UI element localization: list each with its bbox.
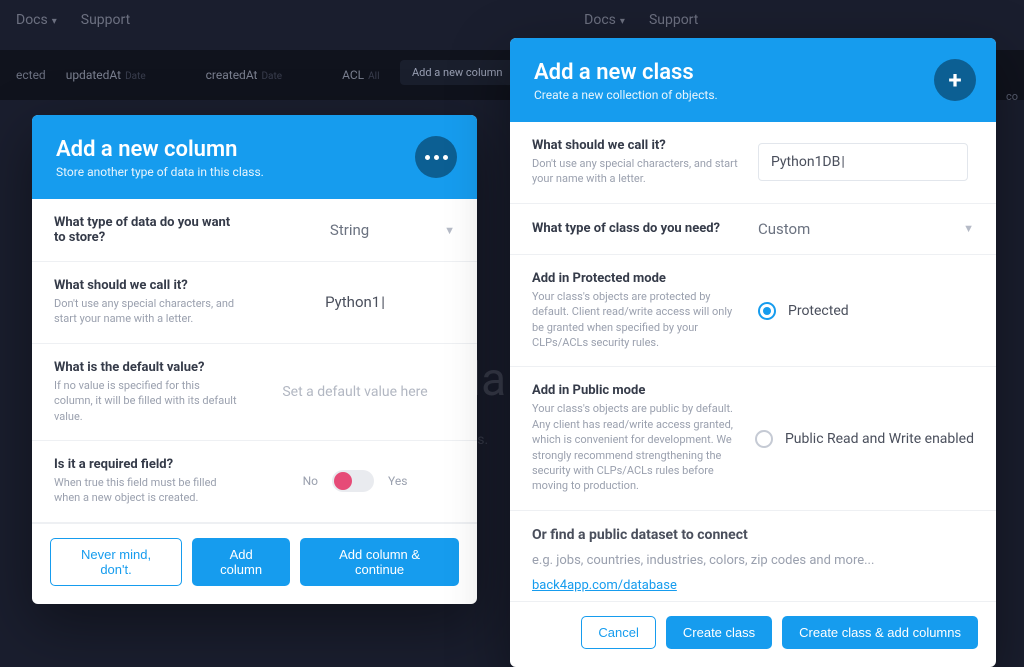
data-type-select[interactable]: String ▼ — [255, 221, 455, 239]
nav-support: Support — [81, 12, 130, 28]
row-protected-mode: Add in Protected mode Your class's objec… — [510, 255, 996, 368]
class-name-value: Python1DB — [771, 154, 845, 170]
modal-footer: Cancel Create class Create class & add c… — [510, 601, 996, 667]
more-options-button[interactable] — [415, 136, 457, 178]
hint-public: Your class's objects are public by defau… — [532, 401, 739, 493]
label-class-type: What type of class do you need? — [532, 221, 742, 236]
default-value-input[interactable]: Set a default value here — [255, 384, 455, 400]
add-column-continue-button[interactable]: Add column & continue — [300, 538, 459, 586]
toggle-no-label: No — [303, 474, 318, 488]
create-class-add-columns-button[interactable]: Create class & add columns — [782, 616, 978, 649]
column-name-input[interactable]: Python1 — [255, 293, 455, 311]
modal-footer: Never mind, don't. Add column Add column… — [32, 523, 477, 604]
radio-protected[interactable]: Protected — [758, 302, 849, 320]
hint-protected: Your class's objects are protected by de… — [532, 289, 742, 351]
label-data-type: What type of data do you want to store? — [54, 215, 239, 245]
public-dataset-example: e.g. jobs, countries, industries, colors… — [532, 553, 974, 568]
row-class-name: What should we call it? Don't use any sp… — [510, 122, 996, 204]
modal-add-class: Add a new class Create a new collection … — [510, 38, 996, 667]
radio-icon — [758, 302, 776, 320]
col-updatedat: updatedAtDate — [66, 68, 146, 82]
public-dataset-link[interactable]: back4app.com/database — [532, 578, 677, 593]
radio-protected-label: Protected — [788, 303, 849, 319]
cancel-button[interactable]: Cancel — [581, 616, 655, 649]
ellipsis-icon — [425, 155, 448, 160]
label-default-value: What is the default value? — [54, 360, 239, 375]
background-right-col: co — [1006, 90, 1018, 103]
row-column-name: What should we call it? Don't use any sp… — [32, 262, 477, 344]
modal-add-column: Add a new column Store another type of d… — [32, 115, 477, 604]
modal-header: Add a new column Store another type of d… — [32, 115, 477, 199]
label-public: Add in Public mode — [532, 383, 739, 398]
required-toggle[interactable] — [332, 470, 374, 492]
label-required: Is it a required field? — [54, 457, 239, 472]
add-column-button[interactable]: Add column — [192, 538, 290, 586]
col-createdat: createdAtDate — [206, 68, 282, 82]
class-type-value: Custom — [758, 220, 810, 238]
radio-public[interactable]: Public Read and Write enabled — [755, 430, 974, 448]
modal-subtitle: Store another type of data in this class… — [56, 165, 453, 179]
nav-docs: Docs▾ — [16, 12, 57, 28]
column-name-value: Python1 — [325, 293, 385, 311]
toggle-yes-label: Yes — [388, 474, 407, 488]
cancel-button[interactable]: Never mind, don't. — [50, 538, 182, 586]
label-column-name: What should we call it? — [54, 278, 239, 293]
nav-docs-2: Docs▾ — [584, 12, 625, 28]
background-add-column: Add a new column — [400, 60, 514, 85]
plus-icon: + — [948, 68, 961, 92]
modal-title: Add a new class — [534, 60, 972, 85]
modal-header: Add a new class Create a new collection … — [510, 38, 996, 122]
data-type-value: String — [255, 221, 444, 239]
row-class-type: What type of class do you need? Custom ▼ — [510, 204, 996, 255]
radio-public-label: Public Read and Write enabled — [785, 431, 974, 447]
chevron-down-icon: ▼ — [963, 222, 974, 235]
row-public-mode: Add in Public mode Your class's objects … — [510, 367, 996, 510]
row-default-value: What is the default value? If no value i… — [32, 344, 477, 441]
toggle-knob — [334, 472, 352, 490]
modal-subtitle: Create a new collection of objects. — [534, 88, 972, 102]
hint-required: When true this field must be filled when… — [54, 475, 239, 506]
filter-pill: ected — [16, 68, 46, 82]
class-name-input[interactable]: Python1DB — [758, 143, 968, 181]
modal-title: Add a new column — [56, 137, 453, 162]
label-class-name: What should we call it? — [532, 138, 742, 153]
col-acl: ACLAll — [342, 68, 379, 82]
create-class-button[interactable]: Create class — [666, 616, 772, 649]
row-required: Is it a required field? When true this f… — [32, 441, 477, 523]
public-dataset-heading: Or find a public dataset to connect — [532, 527, 974, 543]
hint-column-name: Don't use any special characters, and st… — [54, 296, 239, 327]
hint-class-name: Don't use any special characters, and st… — [532, 156, 742, 187]
nav-support-2: Support — [649, 12, 698, 28]
chevron-down-icon: ▼ — [444, 224, 455, 237]
class-type-select[interactable]: Custom ▼ — [758, 220, 974, 238]
background-topbar: Docs▾ Support Docs▾ Support — [0, 0, 1024, 40]
label-protected: Add in Protected mode — [532, 271, 742, 286]
hint-default-value: If no value is specified for this column… — [54, 378, 239, 424]
add-button[interactable]: + — [934, 59, 976, 101]
radio-icon — [755, 430, 773, 448]
public-dataset-section: Or find a public dataset to connect e.g.… — [510, 511, 996, 601]
row-data-type: What type of data do you want to store? … — [32, 199, 477, 262]
